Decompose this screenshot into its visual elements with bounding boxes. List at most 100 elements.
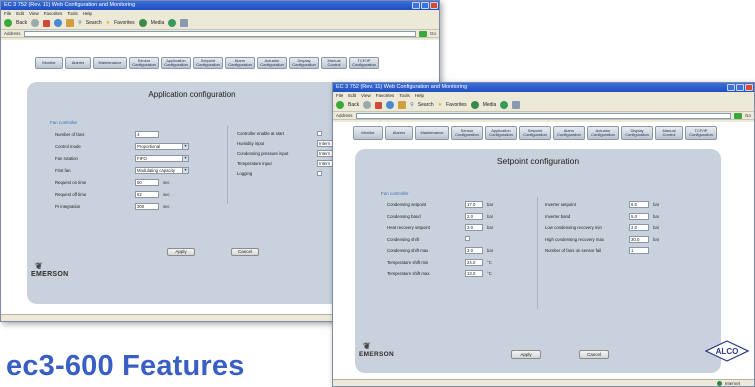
go-button[interactable] (418, 30, 427, 37)
maximize-button[interactable] (736, 84, 744, 91)
tab-alarms[interactable]: Alarms (385, 126, 413, 140)
input-request-off-time[interactable]: 52 (135, 191, 159, 198)
back-arrow-icon[interactable] (336, 101, 344, 109)
tab-alarms[interactable]: Alarms (65, 57, 91, 69)
forward-arrow-icon[interactable] (363, 101, 372, 109)
tab-manual-control[interactable]: Manual Control (655, 126, 683, 140)
tab-manual-control[interactable]: Manual Control (321, 57, 347, 69)
input-condensing-shift-max[interactable]: 3.0 (465, 247, 483, 254)
tab-display-configuration[interactable]: Display Configuration (289, 57, 319, 69)
tab-actuator-configuration[interactable]: Actuator Configuration (587, 126, 619, 140)
tab-application-configuration[interactable]: Application Configuration (161, 57, 191, 69)
input-inverter-setpoint[interactable]: 6.0 (629, 201, 649, 208)
input-request-on-time[interactable]: 50 (135, 179, 159, 186)
checkbox-condensing-shift[interactable] (465, 236, 470, 241)
tab-monitor[interactable]: Monitor (35, 57, 63, 69)
stop-icon[interactable] (375, 101, 383, 109)
menu-tools[interactable]: Tools (399, 92, 410, 99)
input-condensing-setpoint[interactable]: 17.0 (465, 201, 483, 208)
refresh-icon[interactable] (54, 19, 63, 27)
go-label[interactable]: Go (745, 113, 751, 118)
select-first-fan[interactable]: Modulating capacity ▼ (135, 167, 189, 174)
history-icon[interactable] (168, 19, 177, 27)
search-icon[interactable]: ⚲ (410, 102, 414, 108)
input-number-of-fans[interactable]: 4 (135, 131, 159, 138)
menu-favorites[interactable]: Favorites (44, 10, 63, 17)
tab-setpoint-configuration[interactable]: Setpoint Configuration (193, 57, 223, 69)
dropdown-arrow-icon[interactable]: ▼ (182, 144, 188, 149)
tab-actuator-configuration[interactable]: Actuator Configuration (257, 57, 287, 69)
tab-maintenance[interactable]: Maintenance (415, 126, 449, 140)
mail-icon[interactable] (180, 19, 189, 27)
dropdown-arrow-icon[interactable]: ▼ (182, 156, 188, 161)
close-button[interactable] (745, 84, 753, 91)
menu-edit[interactable]: Edit (348, 92, 356, 99)
tab-application-configuration[interactable]: Application Configuration (485, 126, 517, 140)
minimize-button[interactable] (727, 84, 735, 91)
input-low-condensing-recovery-min[interactable]: 2.0 (629, 224, 649, 231)
history-icon[interactable] (500, 101, 509, 109)
media-label[interactable]: Media (151, 20, 165, 26)
tab-maintenance[interactable]: Maintenance (93, 57, 127, 69)
input-temperature-shift-min[interactable]: 24.0 (465, 258, 483, 266)
checkbox-logging[interactable] (317, 170, 322, 176)
menu-help[interactable]: Help (415, 92, 424, 99)
maximize-button[interactable] (421, 2, 429, 9)
home-icon[interactable] (398, 101, 407, 109)
minimize-button[interactable] (412, 2, 420, 9)
mail-icon[interactable] (512, 101, 521, 109)
back-label[interactable]: Back (348, 102, 359, 108)
menu-favorites[interactable]: Favorites (376, 92, 395, 99)
apply-button[interactable]: Apply (167, 248, 195, 256)
tab-tcpip-configuration[interactable]: TCP/IP Configuration (685, 126, 717, 140)
tab-alarm-configuration[interactable]: Alarm Configuration (553, 126, 585, 140)
favorites-star-icon[interactable]: ★ (106, 20, 110, 26)
cancel-button[interactable]: Cancel (579, 350, 609, 359)
menu-view[interactable]: View (29, 10, 39, 17)
menu-file[interactable]: File (336, 92, 343, 99)
input-heat-recovery-setpoint[interactable]: 3.0 (465, 224, 483, 231)
search-icon[interactable]: ⚲ (78, 20, 82, 26)
apply-button[interactable]: Apply (511, 350, 541, 359)
select-control-mode[interactable]: Proportional ▼ (135, 143, 189, 150)
go-button[interactable] (733, 112, 742, 119)
input-temperature-shift-max[interactable]: 13.0 (465, 270, 483, 277)
menu-edit[interactable]: Edit (16, 10, 24, 17)
media-label[interactable]: Media (483, 102, 497, 108)
tab-tcpip-configuration[interactable]: TCP/IP Configuration (349, 57, 379, 69)
stop-icon[interactable] (43, 19, 51, 27)
input-inverter-band[interactable]: 5.0 (629, 212, 649, 220)
tab-setpoint-configuration[interactable]: Setpoint Configuration (519, 126, 551, 140)
address-input[interactable] (23, 30, 416, 37)
address-input[interactable] (355, 112, 731, 119)
search-label[interactable]: Search (418, 102, 434, 108)
go-label[interactable]: Go (430, 31, 436, 36)
menu-view[interactable]: View (361, 92, 371, 99)
menu-tools[interactable]: Tools (67, 10, 78, 17)
input-pi-integration[interactable]: 300 (135, 203, 159, 210)
tab-monitor[interactable]: Monitor (353, 126, 383, 140)
search-label[interactable]: Search (86, 20, 102, 26)
back-label[interactable]: Back (16, 20, 27, 26)
input-number-of-fans-on-sensor-fail[interactable]: 1 (629, 247, 649, 254)
dropdown-arrow-icon[interactable]: ▼ (182, 168, 188, 173)
favorites-label[interactable]: Favorites (446, 102, 467, 108)
input-condensing-band[interactable]: 2.0 (465, 212, 483, 220)
select-fan-rotation[interactable]: FIFO ▼ (135, 155, 189, 162)
favorites-label[interactable]: Favorites (114, 20, 135, 26)
media-icon[interactable] (138, 19, 147, 27)
tab-sensor-configuration[interactable]: Sensor Configuration (129, 57, 159, 69)
tab-display-configuration[interactable]: Display Configuration (621, 126, 653, 140)
menu-file[interactable]: File (4, 10, 11, 17)
refresh-icon[interactable] (386, 101, 395, 109)
media-icon[interactable] (470, 101, 479, 109)
favorites-star-icon[interactable]: ★ (438, 102, 442, 108)
back-arrow-icon[interactable] (4, 19, 12, 27)
tab-alarm-configuration[interactable]: Alarm Configuration (225, 57, 255, 69)
cancel-button[interactable]: Cancel (231, 248, 259, 256)
menu-help[interactable]: Help (83, 10, 92, 17)
input-high-condensing-recovery-max[interactable]: 30.0 (629, 235, 649, 243)
close-button[interactable] (430, 2, 438, 9)
checkbox-controller-enable-at-start[interactable] (317, 130, 322, 136)
home-icon[interactable] (66, 19, 75, 27)
